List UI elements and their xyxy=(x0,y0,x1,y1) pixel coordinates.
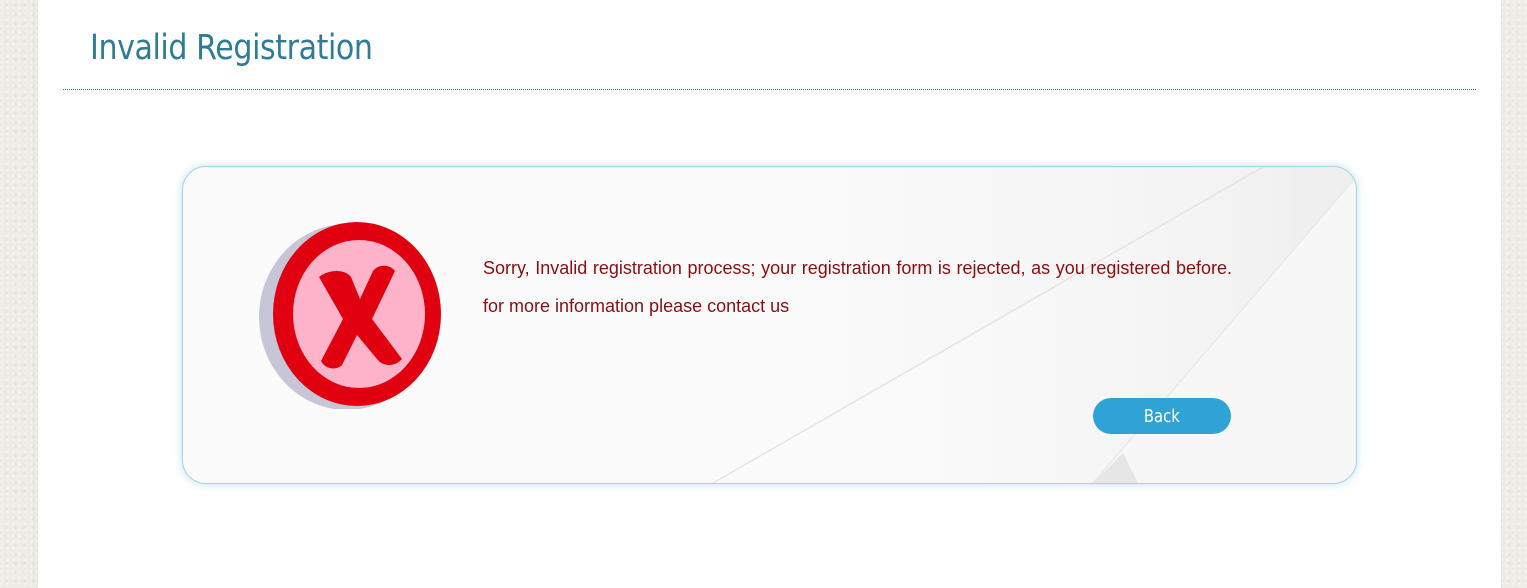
page-container: Invalid Registration Sorry, Invalid regi… xyxy=(38,0,1501,588)
title-divider xyxy=(63,89,1476,90)
error-message: Sorry, Invalid registration process; you… xyxy=(483,258,1232,316)
back-button[interactable]: Back xyxy=(1093,398,1231,434)
page-title: Invalid Registration xyxy=(90,28,373,68)
error-x-icon xyxy=(259,222,441,409)
back-button-label: Back xyxy=(1144,405,1180,427)
error-card: Sorry, Invalid registration process; you… xyxy=(182,166,1357,484)
